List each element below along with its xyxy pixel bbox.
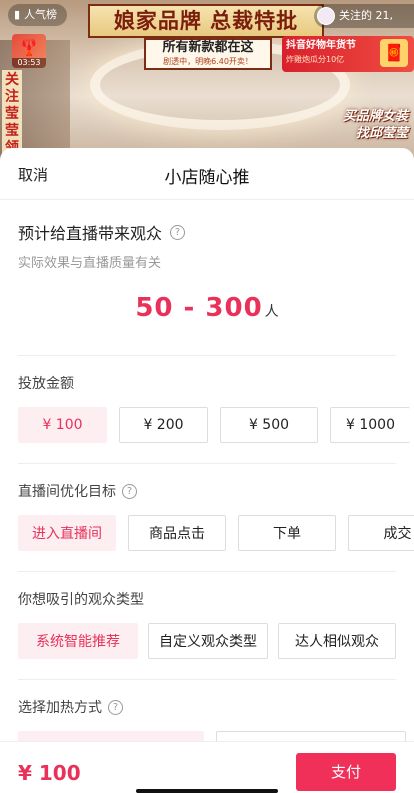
- follow-text: 关注的 21,: [339, 9, 393, 22]
- gift-icon: 🧧: [380, 39, 408, 67]
- audience-option-smart[interactable]: 系统智能推荐: [18, 623, 138, 659]
- audience-label: 你想吸引的观众类型: [18, 592, 144, 608]
- goal-option-deal[interactable]: 成交: [348, 515, 414, 551]
- audience-section: 你想吸引的观众类型 系统智能推荐 自定义观众类型 达人相似观众: [0, 572, 414, 659]
- popularity-rank-pill[interactable]: ▮ 人气榜: [8, 4, 68, 26]
- budget-option-500[interactable]: ¥ 500: [220, 407, 318, 443]
- estimate-range: 50 - 300 人: [18, 293, 396, 333]
- shopping-festival-badge[interactable]: 抖音好物年货节 炸雞炮瓜分10亿 🧧: [282, 36, 414, 72]
- product-thumbnail[interactable]: 🦞 03:53: [12, 34, 46, 68]
- stream-sub-banner: 所有新款都在这 剧透中，明晚6.40开卖！: [144, 38, 272, 70]
- footer-bar: ¥ 100 支付: [0, 741, 414, 793]
- sheet-title: 小店随心推: [164, 168, 250, 188]
- estimate-range-unit: 人: [264, 304, 279, 320]
- total-price: ¥ 100: [18, 761, 81, 785]
- estimate-title-row: 预计给直播带来观众 ?: [18, 220, 396, 244]
- budget-option-1000[interactable]: ¥ 1000: [330, 407, 410, 443]
- budget-option-200[interactable]: ¥ 200: [119, 407, 208, 443]
- goal-label: 直播间优化目标: [18, 484, 116, 500]
- goal-options: 进入直播间 商品点击 下单 成交: [18, 515, 414, 551]
- live-stream-background: ▮ 人气榜 娘家品牌 总裁特批 所有新款都在这 剧透中，明晚6.40开卖！ 关注…: [0, 0, 414, 160]
- goal-option-product-click[interactable]: 商品点击: [128, 515, 226, 551]
- estimate-range-value: 50 - 300: [135, 293, 263, 323]
- right-promo-text: 买品牌女装 找邱莹莹: [343, 108, 408, 142]
- stream-banner-title: 娘家品牌 总裁特批: [88, 4, 324, 38]
- audience-options: 系统智能推荐 自定义观众类型 达人相似观众: [18, 623, 396, 659]
- goal-label-row: 直播间优化目标 ?: [18, 481, 414, 501]
- goal-option-enter-room[interactable]: 进入直播间: [18, 515, 116, 551]
- estimate-subtitle: 实际效果与直播质量有关: [18, 256, 162, 271]
- budget-label: 投放金额: [18, 376, 74, 392]
- sub-banner-line2: 剧透中，明晚6.40开卖！: [163, 57, 253, 66]
- help-icon[interactable]: ?: [170, 224, 186, 240]
- budget-section: 投放金额 ¥ 100 ¥ 200 ¥ 500 ¥ 1000: [0, 356, 414, 443]
- goal-section: 直播间优化目标 ? 进入直播间 商品点击 下单 成交: [0, 464, 414, 551]
- goal-option-order[interactable]: 下单: [238, 515, 336, 551]
- audience-option-lookalike[interactable]: 达人相似观众: [278, 623, 396, 659]
- estimate-title: 预计给直播带来观众: [18, 224, 163, 243]
- followed-count-pill[interactable]: 关注的 21,: [314, 4, 414, 28]
- follow-vertical-banner: 关注莹莹领: [2, 70, 22, 159]
- home-indicator: [136, 789, 278, 793]
- help-icon[interactable]: ?: [108, 699, 123, 715]
- pay-button[interactable]: 支付: [296, 753, 396, 791]
- budget-options: ¥ 100 ¥ 200 ¥ 500 ¥ 1000: [18, 407, 414, 443]
- rank-label: 人气榜: [24, 8, 58, 21]
- help-icon[interactable]: ?: [122, 483, 137, 499]
- lobster-icon: 🦞: [19, 38, 39, 57]
- estimate-section: 预计给直播带来观众 ? 实际效果与直播质量有关 50 - 300 人: [0, 220, 414, 333]
- thumb-timer: 03:53: [12, 58, 46, 68]
- heating-label-row: 选择加热方式 ?: [18, 697, 396, 717]
- avatar: [317, 7, 335, 25]
- sheet-header: 取消 小店随心推: [0, 148, 414, 200]
- sub-banner-line1: 所有新款都在这: [162, 40, 254, 55]
- budget-option-100[interactable]: ¥ 100: [18, 407, 107, 443]
- promote-sheet: 取消 小店随心推 预计给直播带来观众 ? 实际效果与直播质量有关 50 - 30…: [0, 148, 414, 793]
- right-promo-line1: 买品牌女装: [342, 109, 408, 124]
- audience-option-custom[interactable]: 自定义观众类型: [148, 623, 268, 659]
- heating-label: 选择加热方式: [18, 700, 102, 716]
- bar-chart-icon: ▮: [14, 8, 21, 21]
- right-promo-line2: 找邱莹莹: [355, 126, 408, 141]
